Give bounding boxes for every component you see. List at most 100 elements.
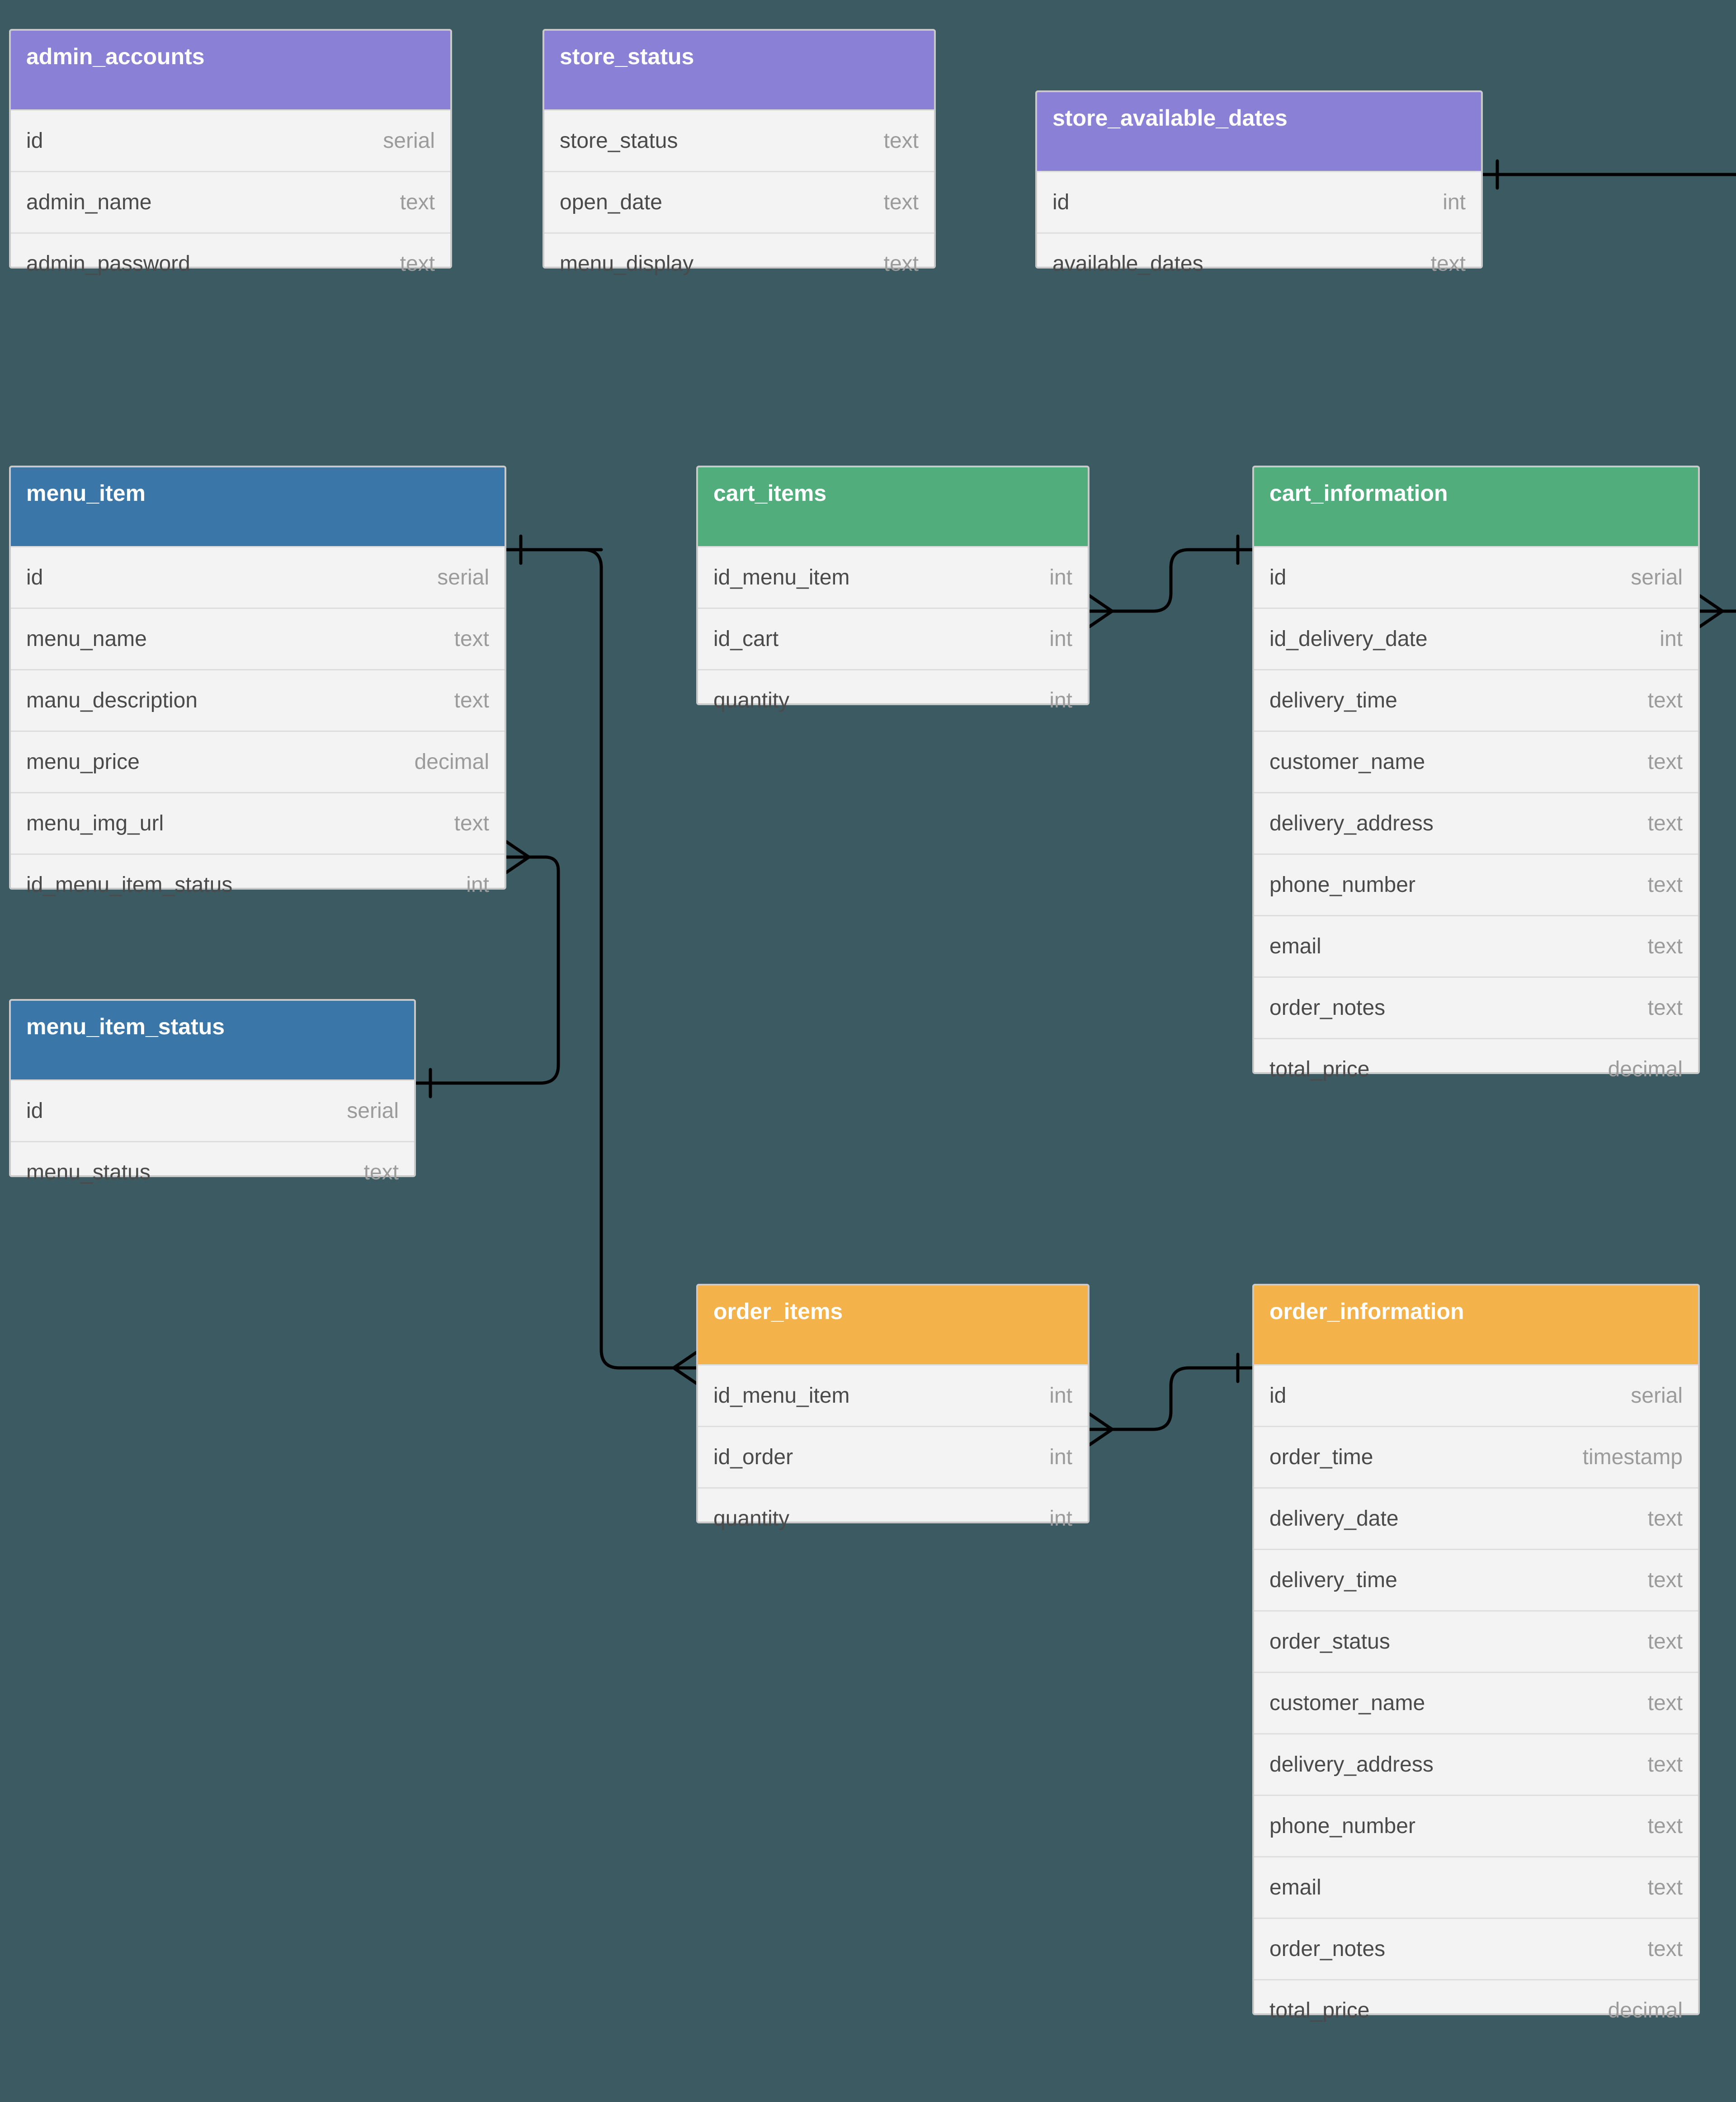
table-column-row: customer_nametext [1254,731,1698,792]
table-column-row: quantity int [698,1487,1088,1549]
column-type: serial [1631,1383,1683,1408]
column-name: menu_img_url [26,811,164,836]
column-type: text [1648,1814,1683,1838]
column-name: store_status [560,128,678,153]
column-type: int [1049,688,1072,713]
column-name: id [26,565,43,590]
table-column-row: order_time timestamp [1254,1426,1698,1487]
column-type: text [1648,1937,1683,1961]
table-menu_item_status[interactable]: menu_item_statusidserialmenu_statustext [9,999,416,1177]
relation-menu_item-order_items [506,536,696,1383]
table-column-row: email text [1254,1856,1698,1918]
column-name: id [26,1098,43,1123]
table-order_items[interactable]: order_itemsid_menu_itemintid_orderintqua… [696,1284,1090,1523]
column-type: serial [383,128,435,153]
column-name: id_menu_item [713,1383,850,1408]
column-name: menu_price [26,749,140,774]
column-type: serial [437,565,489,590]
table-column-row: order_notestext [1254,1918,1698,1979]
column-name: quantity [713,1506,789,1531]
column-name: email [1269,1875,1321,1900]
column-name: menu_status [26,1160,151,1185]
relation-order_items-order_information [1090,1354,1252,1445]
column-type: int [1660,627,1683,651]
column-name: menu_name [26,627,147,651]
column-name: manu_description [26,688,198,713]
table-order_information[interactable]: order_informationidserialorder_timetimes… [1252,1284,1700,2015]
table-admin_accounts[interactable]: admin_accountsidserialadmin_nametextadmi… [9,29,452,269]
table-column-row: quantity int [698,669,1088,731]
column-type: text [454,688,489,713]
column-type: timestamp [1583,1445,1683,1470]
column-type: text [1648,1691,1683,1716]
column-type: text [1648,1506,1683,1531]
column-type: text [1648,688,1683,713]
column-type: text [1648,1875,1683,1900]
column-type: decimal [415,749,489,774]
table-column-row: menu_nametext [11,608,505,669]
column-type: text [1648,1752,1683,1777]
column-type: text [364,1160,399,1185]
column-type: text [400,190,435,215]
table-column-row: id_menu_itemint [698,1364,1088,1426]
column-name: admin_name [26,190,152,215]
column-name: order_status [1269,1629,1390,1654]
table-menu_item[interactable]: menu_itemidserialmenu_nametextmanu_descr… [9,466,506,890]
table-column-row: phone_numbertext [1254,853,1698,915]
table-column-row: delivery_timetext [1254,669,1698,731]
column-name: delivery_time [1269,1568,1397,1593]
table-column-row: id_cart int [698,608,1088,669]
column-type: int [1049,1506,1072,1531]
column-name: available_dates [1052,251,1203,276]
column-name: id [1269,1383,1286,1408]
table-column-row: admin_name text [11,171,450,232]
column-type: text [1648,1568,1683,1593]
table-header: store_status [544,31,934,109]
table-cart_items[interactable]: cart_itemsid_menu_itemintid_cartintquant… [696,466,1090,705]
table-column-row: delivery_datetext [1254,1487,1698,1549]
column-name: id_cart [713,627,778,651]
table-column-row: customer_nametext [1254,1672,1698,1733]
column-name: id [26,128,43,153]
er-diagram-canvas: admin_accountsidserialadmin_nametextadmi… [0,0,1736,2102]
column-name: delivery_address [1269,1752,1434,1777]
table-column-row: available_datestext [1037,232,1481,294]
column-type: text [1648,934,1683,959]
column-type: int [466,872,489,897]
table-column-row: idserial [1254,546,1698,608]
table-store_available_dates[interactable]: store_available_datesidintavailable_date… [1035,90,1483,269]
table-column-row: total_pricedecimal [1254,1979,1698,2041]
column-name: id_menu_item [713,565,850,590]
column-type: text [1648,995,1683,1020]
column-type: text [1648,1629,1683,1654]
column-name: id_order [713,1445,793,1470]
table-column-row: order_notestext [1254,976,1698,1038]
column-name: customer_name [1269,749,1425,774]
table-cart_information[interactable]: cart_informationidserialid_delivery_date… [1252,466,1700,1074]
column-name: id [1052,190,1069,215]
column-name: menu_display [560,251,693,276]
table-column-row: id_menu_item_statusint [11,853,505,915]
table-header: menu_item_status [11,1001,414,1079]
table-column-row: emailtext [1254,915,1698,976]
column-type: text [884,190,919,215]
table-column-row: id_delivery_date int [1254,608,1698,669]
column-type: decimal [1608,1998,1683,2023]
table-column-row: id int [1037,171,1481,232]
relation-cart_items-cart_information [1090,536,1252,627]
table-column-row: store_statustext [544,109,934,171]
column-type: decimal [1608,1057,1683,1082]
table-column-row: menu_displaytext [544,232,934,294]
table-store_status[interactable]: store_statusstore_statustextopen_datetex… [542,29,936,269]
column-type: int [1443,190,1466,215]
column-type: int [1049,627,1072,651]
table-header: order_items [698,1286,1088,1364]
table-header: cart_information [1254,467,1698,546]
column-name: total_price [1269,1057,1369,1082]
column-name: order_time [1269,1445,1373,1470]
column-name: id_delivery_date [1269,627,1428,651]
table-column-row: idserial [11,1079,414,1141]
column-name: quantity [713,688,789,713]
column-name: phone_number [1269,872,1415,897]
column-type: text [454,811,489,836]
